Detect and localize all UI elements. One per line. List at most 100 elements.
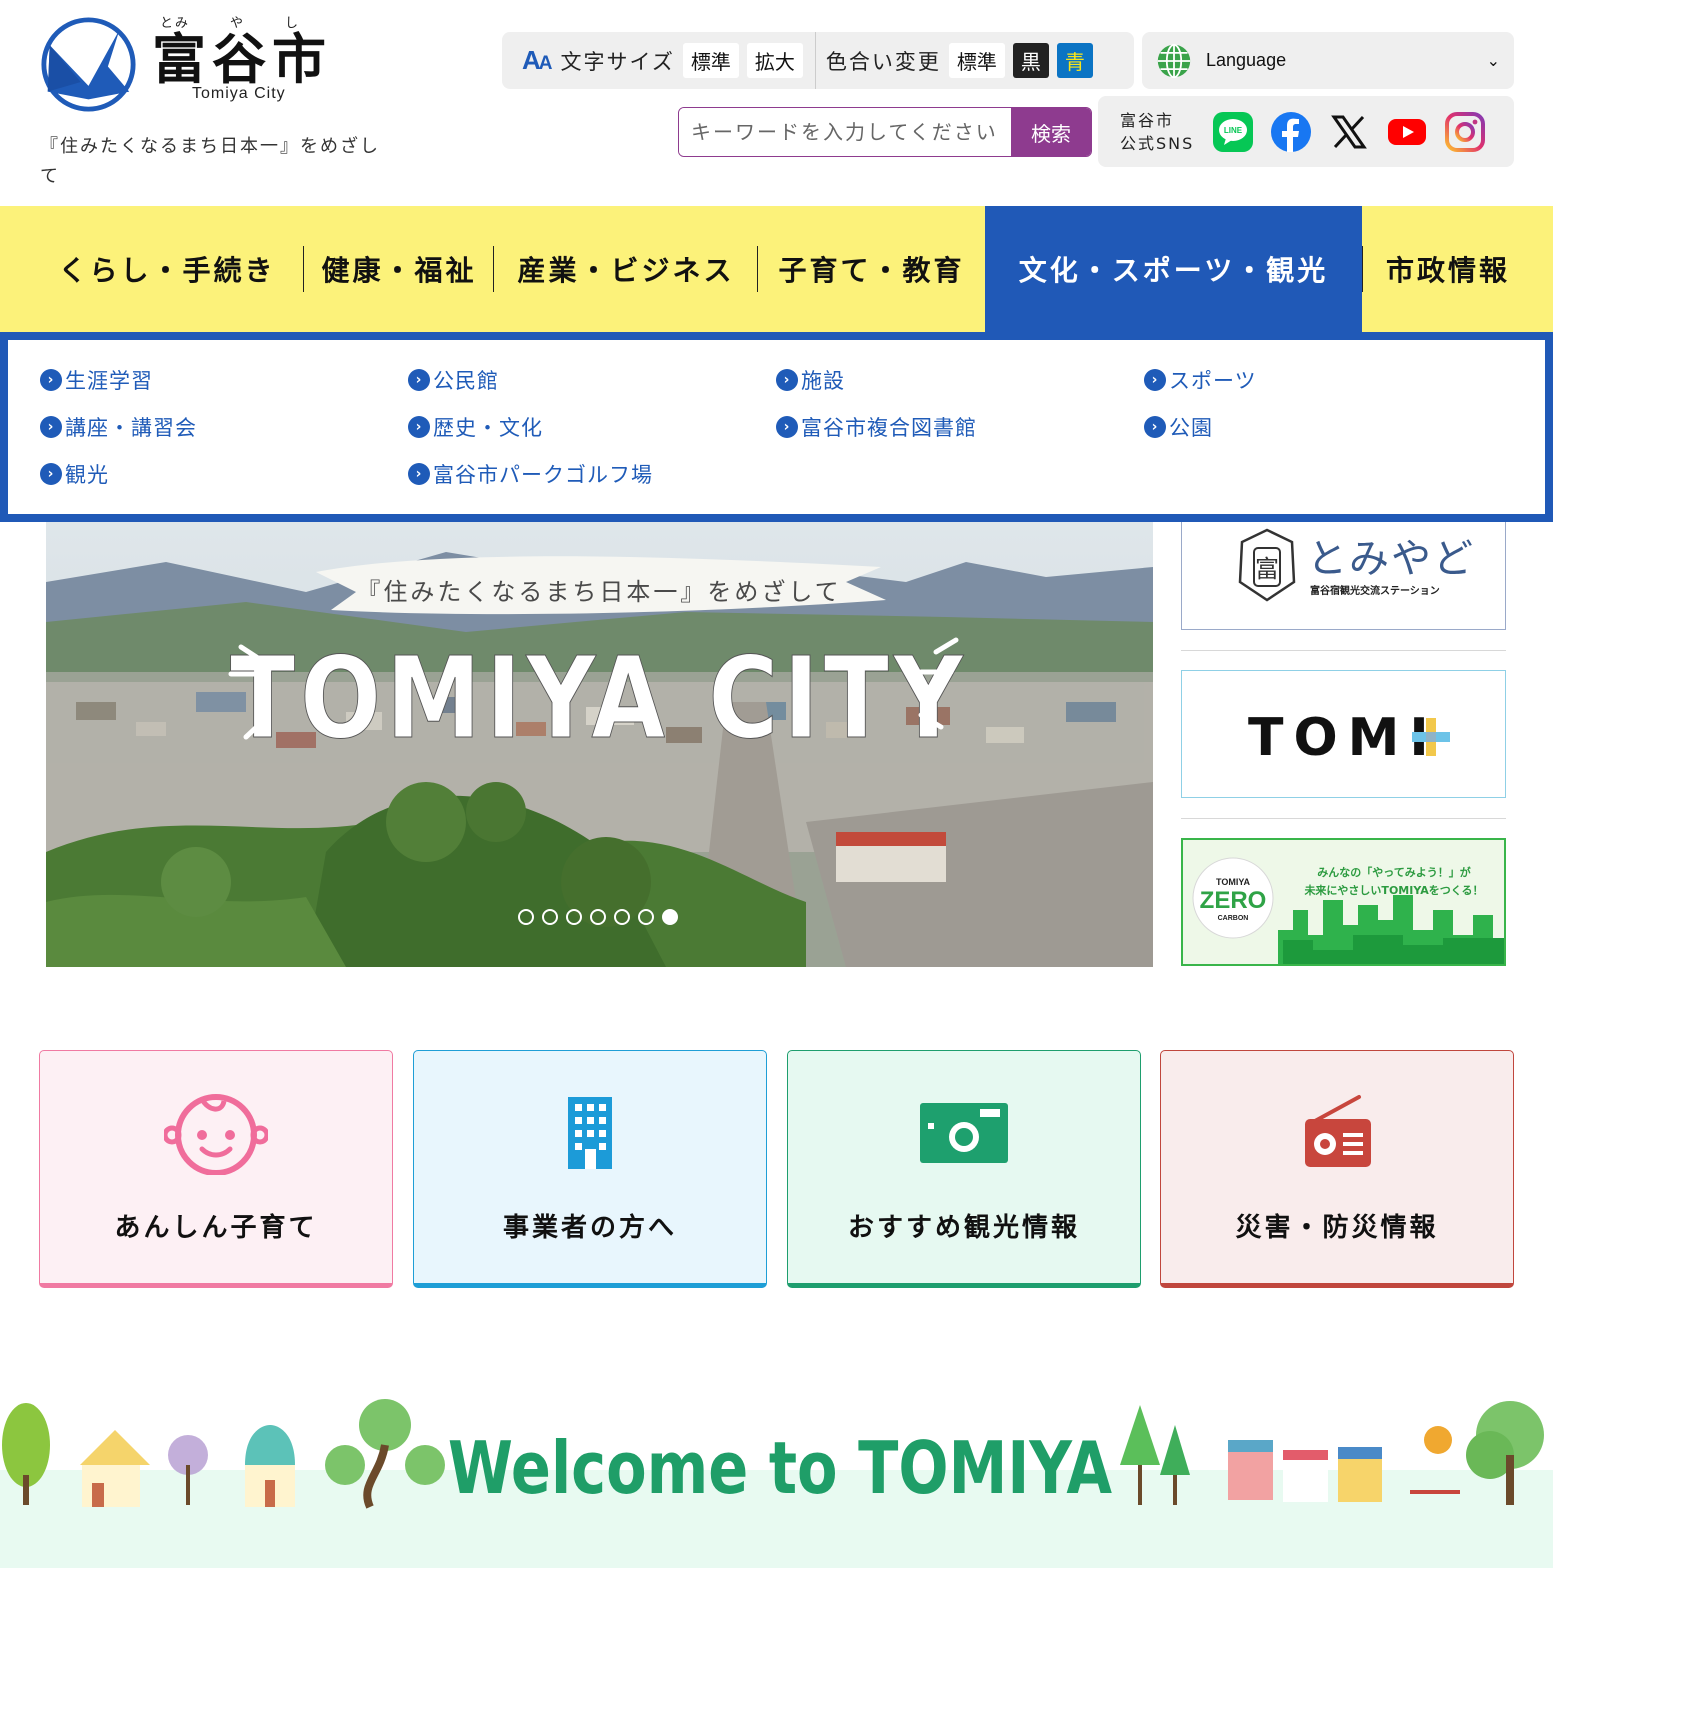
- slider-dot[interactable]: [566, 909, 582, 925]
- line-icon[interactable]: LINE: [1212, 111, 1254, 153]
- sns-label-line1: 富谷市: [1120, 110, 1175, 130]
- nav-label: 市政情報: [1385, 254, 1510, 287]
- chevron-right-icon: ›: [776, 416, 798, 438]
- language-select[interactable]: Language ⌄: [1142, 32, 1514, 89]
- chevron-down-icon: ⌄: [1486, 51, 1500, 70]
- nav-item-living[interactable]: くらし・手続き: [0, 206, 304, 332]
- submenu-link-sports[interactable]: › スポーツ: [1144, 364, 1512, 396]
- city-logo-icon[interactable]: [40, 16, 137, 113]
- font-large-button[interactable]: 拡大: [746, 43, 803, 78]
- logo-name: 富谷市: [152, 27, 332, 91]
- chevron-right-icon: ›: [40, 463, 62, 485]
- link-label: 公園: [1169, 416, 1213, 440]
- camera-icon: [920, 1103, 1008, 1163]
- hero-slider[interactable]: 『住みたくなるまち日本一』をめざして TOMIYA CITY: [46, 522, 1153, 967]
- card-business[interactable]: 事業者の方へ: [413, 1050, 767, 1288]
- language-label: Language: [1206, 50, 1287, 70]
- nav-item-culture[interactable]: 文化・スポーツ・観光: [985, 206, 1362, 332]
- font-size-label: 文字サイズ: [560, 49, 675, 74]
- slider-dot-active[interactable]: [662, 909, 678, 925]
- link-label: 施設: [801, 369, 845, 393]
- slider-dot[interactable]: [518, 909, 534, 925]
- submenu-link-library[interactable]: › 富谷市複合図書館: [776, 411, 1144, 443]
- nav-label: くらし・手続き: [58, 254, 276, 287]
- search-input[interactable]: [679, 108, 1011, 156]
- card-childcare[interactable]: あんしん子育て: [39, 1050, 393, 1288]
- nav-item-business[interactable]: 産業・ビジネス: [494, 206, 758, 332]
- chevron-right-icon: ›: [40, 369, 62, 391]
- zero-line2: 未来にやさしいTOMIYAをつくる！: [1303, 883, 1483, 897]
- submenu-panel: › 生涯学習 › 公民館 › 施設 › スポーツ › 講座・講習会 › 歴史・文化 › 富谷市…: [0, 332, 1553, 522]
- link-label: スポーツ: [1169, 369, 1257, 393]
- global-nav: くらし・手続き 健康・福祉 産業・ビジネス 子育て・教育 文化・スポーツ・観光 …: [0, 206, 1553, 332]
- zero-carbon-banner[interactable]: TOMIYA ZERO CARBON みんなの「やってみよう！」が 未来にやさし…: [1181, 838, 1506, 966]
- sns-label-line2: 公式SNS: [1120, 133, 1195, 153]
- submenu-link-history-culture[interactable]: › 歴史・文化: [408, 411, 776, 443]
- font-size-icon: AA: [522, 45, 552, 75]
- link-label: 生涯学習: [65, 369, 153, 393]
- instagram-icon[interactable]: [1444, 111, 1486, 153]
- link-label: 公民館: [433, 369, 499, 393]
- nav-item-childcare[interactable]: 子育て・教育: [758, 206, 985, 332]
- tomi-plus-banner[interactable]: TOMI: [1181, 670, 1506, 798]
- tomiyado-subtitle: 富谷宿観光交流ステーション: [1310, 584, 1440, 597]
- hero-ribbon-text: 『住みたくなるまち日本一』をめざして: [356, 578, 841, 606]
- zero-line1: みんなの「やってみよう！」が: [1317, 865, 1470, 879]
- nav-label: 健康・福祉: [321, 254, 477, 287]
- submenu-link-lifelong-learning[interactable]: › 生涯学習: [40, 364, 408, 396]
- slider-dot[interactable]: [542, 909, 558, 925]
- chevron-right-icon: ›: [40, 416, 62, 438]
- tomiyado-banner[interactable]: 富 とみやど 富谷宿観光交流ステーション: [1181, 522, 1506, 630]
- color-blue-button[interactable]: 青: [1056, 43, 1093, 78]
- nav-label: 産業・ビジネス: [517, 254, 735, 287]
- submenu-link-lectures[interactable]: › 講座・講習会: [40, 411, 408, 443]
- submenu-grid: › 生涯学習 › 公民館 › 施設 › スポーツ › 講座・講習会 › 歴史・文化 › 富谷市…: [40, 364, 1520, 490]
- submenu-link-park-golf[interactable]: › 富谷市パークゴルフ場: [408, 458, 776, 490]
- slider-dot[interactable]: [590, 909, 606, 925]
- chevron-right-icon: ›: [776, 369, 798, 391]
- card-label: 事業者の方へ: [502, 1213, 677, 1243]
- card-label: 災害・防災情報: [1235, 1213, 1439, 1243]
- link-label: 講座・講習会: [65, 416, 197, 440]
- sns-label: 富谷市 公式SNS: [1120, 109, 1212, 155]
- youtube-icon[interactable]: [1386, 111, 1428, 153]
- submenu-link-facilities[interactable]: › 施設: [776, 364, 1144, 396]
- tomi-plus-text: TOMI: [1248, 708, 1439, 768]
- color-black-button[interactable]: 黒: [1012, 43, 1049, 78]
- logo-text[interactable]: とみ や し 富谷市 Tomiya City: [152, 12, 332, 103]
- tomi-plus-logo: TOMI: [1248, 708, 1450, 768]
- card-tourism[interactable]: おすすめ観光情報: [787, 1050, 1141, 1288]
- svg-text:富: 富: [1255, 555, 1279, 583]
- hero-image: 『住みたくなるまち日本一』をめざして TOMIYA CITY: [46, 522, 1153, 967]
- facebook-icon[interactable]: [1270, 111, 1312, 153]
- tomiyado-title: とみやど: [1307, 536, 1475, 582]
- svg-text:LINE: LINE: [1224, 126, 1243, 135]
- search-button[interactable]: 検索: [1011, 108, 1091, 156]
- x-icon[interactable]: [1328, 111, 1370, 153]
- color-standard-button[interactable]: 標準: [948, 43, 1005, 78]
- chevron-right-icon: ›: [1144, 369, 1166, 391]
- chevron-right-icon: ›: [408, 416, 430, 438]
- card-label: おすすめ観光情報: [847, 1213, 1080, 1243]
- submenu-link-tourism[interactable]: › 観光: [40, 458, 408, 490]
- search-form: 検索: [678, 107, 1092, 157]
- welcome-illustration: Welcome to TOMIYA: [2, 1399, 1544, 1510]
- zero-carbon-logo: TOMIYA ZERO CARBON みんなの「やってみよう！」が 未来にやさし…: [1183, 840, 1504, 964]
- accessibility-bar: AA 文字サイズ 標準 拡大 色合い変更 標準 黒 青: [502, 32, 1134, 89]
- nav-item-city-admin[interactable]: 市政情報: [1362, 246, 1553, 292]
- divider: [814, 32, 816, 89]
- link-label: 富谷市複合図書館: [801, 416, 977, 440]
- slider-dot[interactable]: [614, 909, 630, 925]
- link-label: 富谷市パークゴルフ場: [433, 463, 653, 487]
- font-standard-button[interactable]: 標準: [682, 43, 739, 78]
- submenu-link-parks[interactable]: › 公園: [1144, 411, 1512, 443]
- card-disaster[interactable]: 災害・防災情報: [1160, 1050, 1514, 1288]
- nav-item-health[interactable]: 健康・福祉: [304, 206, 494, 332]
- slider-dot[interactable]: [638, 909, 654, 925]
- building-icon: [568, 1097, 612, 1169]
- submenu-link-community-center[interactable]: › 公民館: [408, 364, 776, 396]
- chevron-right-icon: ›: [1144, 416, 1166, 438]
- nav-label: 文化・スポーツ・観光: [1018, 254, 1329, 287]
- link-label: 歴史・文化: [433, 416, 543, 440]
- tagline: 『住みたくなるまち日本一』をめざして: [40, 136, 380, 187]
